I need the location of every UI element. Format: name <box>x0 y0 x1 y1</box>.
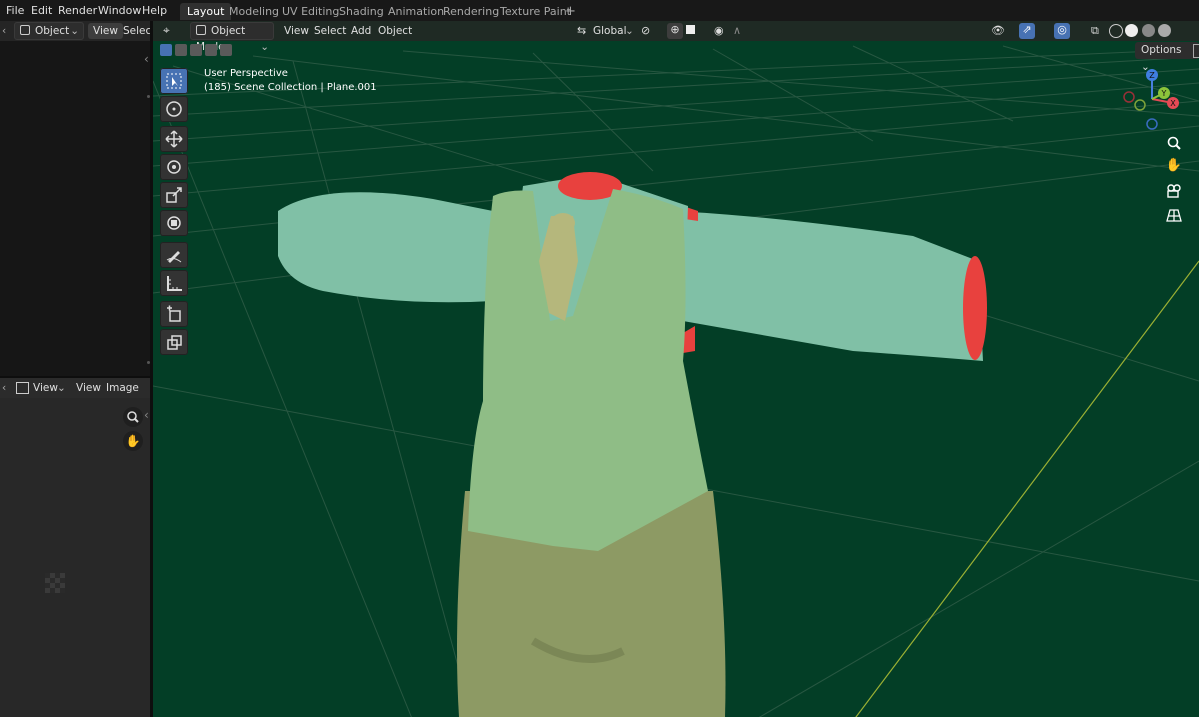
image-icon <box>16 382 29 394</box>
select-box-icon <box>166 73 182 89</box>
object-mode-dropdown[interactable]: Object Mode ⌄ <box>190 22 274 53</box>
material-shading-icon[interactable] <box>1142 24 1155 37</box>
viewport-scene <box>153 45 1199 717</box>
pivot-point-icon[interactable]: ⊘ <box>641 24 650 37</box>
image-menu[interactable]: Image <box>106 380 139 396</box>
options-dropdown[interactable]: Options ⌄ <box>1135 42 1199 73</box>
gizmo-y-label: Y <box>1161 89 1167 98</box>
chevron-down-icon: ⌄ <box>70 25 79 37</box>
cursor-tool[interactable] <box>160 96 188 122</box>
rotate-icon <box>167 160 181 174</box>
image-view-menu[interactable]: View <box>76 380 101 396</box>
perspective-label: User Perspective <box>204 68 288 79</box>
image-view-dropdown[interactable]: View <box>33 380 58 396</box>
sidebar-toggle-icon[interactable] <box>1193 44 1199 58</box>
object-mode-dropdown[interactable]: Object ⌄ <box>14 22 84 40</box>
visibility-eye-icon[interactable]: 👁 <box>991 24 1005 37</box>
falloff-icon[interactable]: ∧ <box>733 24 741 37</box>
xray-toggle-icon[interactable]: ⧉ <box>1091 24 1099 38</box>
viewport-add-menu[interactable]: Add <box>351 23 371 39</box>
gizmo-neg-y-axis[interactable] <box>1134 99 1146 111</box>
viewport-select-menu[interactable]: Select <box>314 23 346 39</box>
menu-help[interactable]: Help <box>142 3 167 18</box>
camera-view-icon[interactable] <box>1165 182 1183 200</box>
proportional-edit-icon[interactable]: ◉ <box>714 24 724 37</box>
3d-viewport[interactable] <box>153 21 1199 717</box>
duplicate-tool[interactable] <box>160 329 188 355</box>
options-label: Options <box>1141 44 1182 56</box>
measure-tool[interactable] <box>160 270 188 296</box>
orientation-dropdown[interactable]: Global <box>593 23 627 39</box>
image-editor-panel <box>0 378 150 717</box>
select-mode-intersect-icon[interactable] <box>220 44 232 56</box>
object-icon <box>20 25 30 35</box>
select-box-tool[interactable] <box>160 68 188 94</box>
image-editor-header: ‹ View ⌄ View Image <box>0 378 150 398</box>
viewport-view-menu[interactable]: View <box>284 23 309 39</box>
menu-edit[interactable]: Edit <box>31 3 52 18</box>
duplicate-cube-icon <box>167 335 182 350</box>
overlay-toggle-icon[interactable]: ◎ <box>1054 23 1070 39</box>
wireframe-shading-icon[interactable] <box>1109 24 1123 38</box>
navigation-gizmo[interactable]: Z X Y <box>1115 66 1190 132</box>
transform-tool[interactable] <box>160 210 188 236</box>
chevron-down-icon: ⌄ <box>57 382 66 394</box>
chevron-down-icon: ⌄ <box>625 25 634 37</box>
add-workspace-button[interactable]: + <box>558 3 583 20</box>
right-sleeve <box>673 211 983 361</box>
snap-icon[interactable]: ⊕ <box>667 23 683 39</box>
object-mode-label: Object <box>35 25 70 37</box>
select-mode-subtract-icon[interactable] <box>190 44 202 56</box>
annotate-pencil-icon <box>166 251 182 263</box>
zoom-icon[interactable] <box>123 407 143 427</box>
zoom-icon[interactable] <box>1165 134 1183 152</box>
pan-hand-icon[interactable]: ✋ <box>1165 158 1183 176</box>
gizmo-toggle-icon[interactable]: ⇗ <box>1019 23 1035 39</box>
panel-collapse-arrow[interactable]: ‹ <box>144 408 149 422</box>
gizmo-z-label: Z <box>1149 71 1155 80</box>
outliner-view-menu[interactable]: View <box>88 23 123 39</box>
select-mode-extend-icon[interactable] <box>175 44 187 56</box>
move-icon <box>165 130 183 148</box>
object-icon <box>196 25 206 35</box>
rotate-tool[interactable] <box>160 154 188 180</box>
pan-hand-icon[interactable]: ✋ <box>123 431 143 451</box>
menu-file[interactable]: File <box>6 3 24 18</box>
viewport-header: ⌖ Object Mode ⌄ View Select Add Object ⇆… <box>153 21 1199 53</box>
checker-image-icon <box>45 573 65 593</box>
gizmo-neg-z-axis[interactable] <box>1146 118 1158 130</box>
viewport-subheader: Options ⌄ <box>153 41 1199 73</box>
annotate-tool[interactable] <box>160 242 188 268</box>
left-sleeve <box>278 192 493 303</box>
move-tool[interactable] <box>160 126 188 152</box>
sleeve-opening-right <box>963 256 987 360</box>
cursor-icon <box>166 101 182 117</box>
scale-icon <box>166 187 182 203</box>
top-menu-bar: File Edit Render Window Help Layout Mode… <box>0 0 1199 21</box>
select-mode-new-icon[interactable] <box>160 44 172 56</box>
collection-label: (185) Scene Collection | Plane.001 <box>204 82 377 93</box>
menu-render[interactable]: Render <box>58 3 97 18</box>
viewport-object-menu[interactable]: Object <box>378 23 412 39</box>
chevron-left-icon[interactable]: ‹ <box>2 23 6 39</box>
select-mode-invert-icon[interactable] <box>205 44 217 56</box>
panel-collapse-arrow[interactable]: ‹ <box>144 52 149 66</box>
solid-shading-icon[interactable] <box>1125 24 1138 37</box>
menu-window[interactable]: Window <box>98 3 141 18</box>
scale-tool[interactable] <box>160 182 188 208</box>
editor-type-icon[interactable]: ⌖ <box>163 23 170 38</box>
add-cube-icon <box>167 305 181 322</box>
grid-view-icon[interactable] <box>1165 206 1183 224</box>
transform-orientation-icon: ⇆ <box>577 24 587 37</box>
outliner-panel <box>0 21 150 377</box>
chevron-left-icon[interactable]: ‹ <box>2 380 6 396</box>
outliner-header: ‹ Object ⌄ View Select <box>0 21 155 41</box>
gizmo-neg-x-axis[interactable] <box>1123 91 1135 103</box>
transform-icon <box>167 216 181 230</box>
gizmo-x-label: X <box>1170 99 1176 108</box>
rendered-shading-icon[interactable] <box>1158 24 1171 37</box>
snap-target-icon[interactable] <box>686 25 695 34</box>
add-cube-tool[interactable] <box>160 301 188 327</box>
measure-ruler-icon <box>167 276 182 291</box>
